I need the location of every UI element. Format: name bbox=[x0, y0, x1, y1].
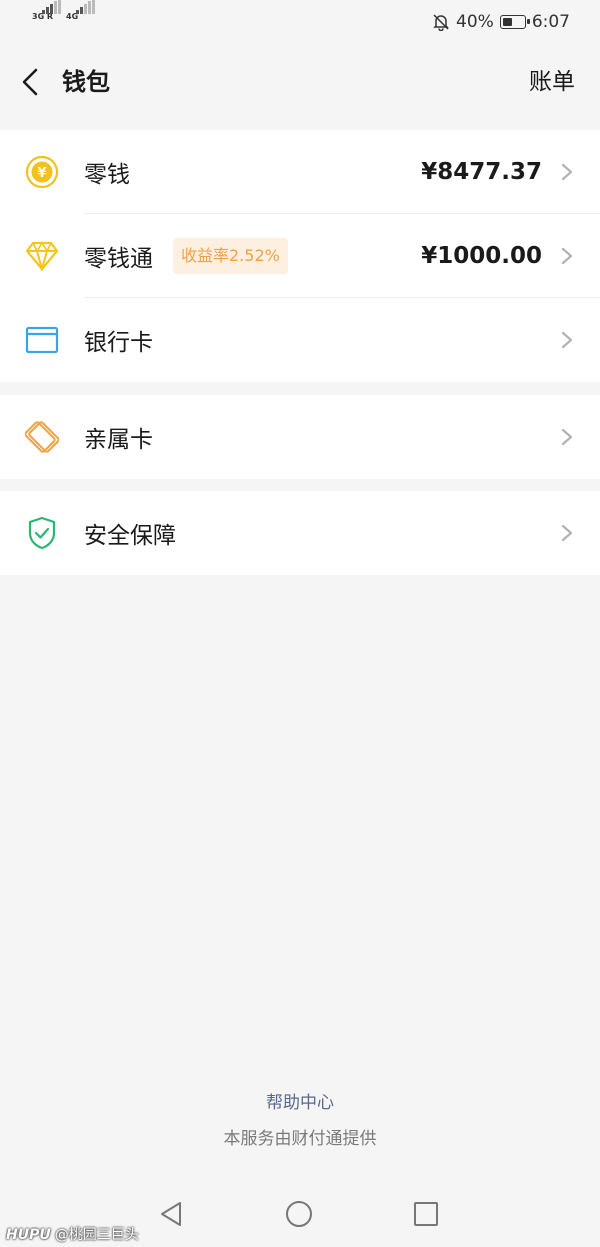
nav-home-icon[interactable] bbox=[286, 1201, 312, 1227]
chevron-right-icon bbox=[561, 331, 573, 349]
change-amount: ¥8477.37 bbox=[421, 159, 542, 185]
page-title: 钱包 bbox=[62, 68, 110, 96]
clock: 6:07 bbox=[531, 12, 570, 32]
chevron-right-icon bbox=[561, 524, 573, 542]
battery-icon bbox=[499, 15, 530, 29]
row-change[interactable]: ¥ 零钱 ¥8477.37 bbox=[0, 130, 600, 214]
row-label: 银行卡 bbox=[84, 330, 153, 356]
battery-percent: 40% bbox=[456, 12, 494, 32]
watermark-brand: HUPU bbox=[6, 1227, 51, 1243]
row-security[interactable]: 安全保障 bbox=[0, 491, 600, 575]
diamond-icon bbox=[24, 238, 60, 274]
yuan-coin-icon: ¥ bbox=[24, 154, 60, 190]
family-card-group: 亲属卡 bbox=[0, 395, 600, 479]
nav-back-icon[interactable] bbox=[158, 1200, 184, 1228]
svg-text:¥: ¥ bbox=[37, 166, 46, 181]
chevron-right-icon bbox=[561, 428, 573, 446]
row-label: 亲属卡 bbox=[84, 427, 153, 453]
chevron-right-icon bbox=[561, 163, 573, 181]
security-group: 安全保障 bbox=[0, 491, 600, 575]
nav-recents-icon[interactable] bbox=[414, 1202, 438, 1226]
bill-button[interactable]: 账单 bbox=[529, 64, 575, 100]
wallet-group: ¥ 零钱 ¥8477.37 零钱通 收益率2.52% ¥1000.00 银行卡 bbox=[0, 130, 600, 382]
shield-check-icon bbox=[24, 515, 60, 551]
row-change-pass[interactable]: 零钱通 收益率2.52% ¥1000.00 bbox=[0, 214, 600, 298]
row-label: 零钱 bbox=[84, 162, 130, 188]
row-label: 安全保障 bbox=[84, 523, 176, 549]
back-arrow-icon[interactable] bbox=[18, 64, 48, 100]
change-pass-amount: ¥1000.00 bbox=[421, 243, 542, 269]
row-label: 零钱通 bbox=[84, 246, 153, 272]
watermark-user: @桃园三巨头 bbox=[54, 1227, 139, 1243]
watermark: HUPU @桃园三巨头 bbox=[6, 1224, 139, 1244]
yield-badge: 收益率2.52% bbox=[173, 238, 288, 274]
bank-card-icon bbox=[24, 322, 60, 358]
provider-text: 本服务由财付通提供 bbox=[223, 1129, 377, 1149]
bell-off-icon bbox=[433, 14, 449, 31]
help-center-link[interactable]: 帮助中心 bbox=[0, 1088, 600, 1113]
status-bar: 3G R 4G 40% 6:07 bbox=[0, 0, 600, 44]
row-bank-card[interactable]: 银行卡 bbox=[0, 298, 600, 382]
family-card-icon bbox=[24, 419, 60, 455]
row-family-card[interactable]: 亲属卡 bbox=[0, 395, 600, 479]
header: 钱包 账单 bbox=[0, 44, 600, 120]
chevron-right-icon bbox=[561, 247, 573, 265]
